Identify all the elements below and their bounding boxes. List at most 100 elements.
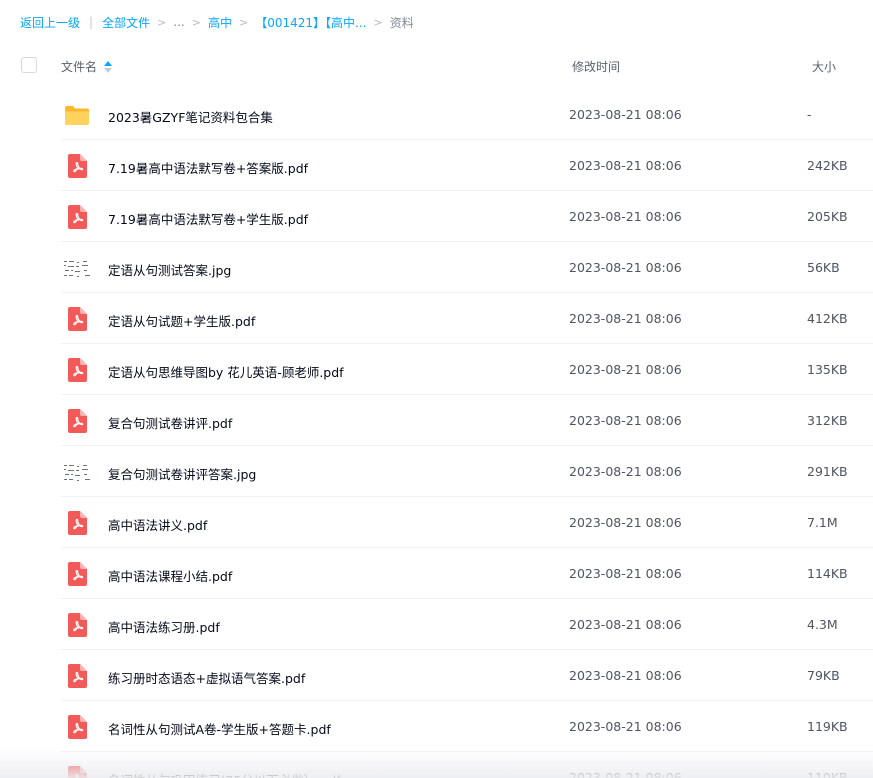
file-size: 56KB [807, 260, 840, 275]
file-name[interactable]: 复合句测试卷讲评答案.jpg [108, 464, 256, 483]
chevron-right-icon: > [238, 15, 249, 29]
file-icon [63, 663, 91, 689]
chevron-right-icon: > [373, 15, 383, 29]
breadcrumb-current: 资料 [389, 15, 414, 30]
file-icon [63, 255, 95, 281]
column-name-label: 文件名 [61, 60, 98, 74]
file-row[interactable]: 2023暑GZYF笔记资料包合集 2023-08-21 08:06 - [0, 89, 873, 140]
file-modified-time: 2023-08-21 08:06 [569, 209, 682, 224]
file-name[interactable]: 7.19暑高中语法默写卷+答案版.pdf [108, 158, 308, 177]
pdf-file-icon [68, 715, 87, 739]
chevron-right-icon: > [191, 15, 201, 29]
file-row[interactable]: 复合句测试卷讲评答案.jpg 2023-08-21 08:06 291KB [0, 446, 873, 497]
breadcrumb: 返回上一级 | 全部文件 > ... > 高中 > 【001421】【高中...… [20, 13, 414, 31]
file-icon [63, 102, 91, 128]
file-modified-time: 2023-08-21 08:06 [569, 668, 682, 683]
breadcrumb-all-files[interactable]: 全部文件 [102, 14, 150, 31]
file-row[interactable]: 高中语法课程小结.pdf 2023-08-21 08:06 114KB [0, 548, 873, 599]
file-size: 110KB [807, 770, 848, 778]
file-size: 4.3M [807, 617, 838, 632]
file-size: 312KB [807, 413, 848, 428]
breadcrumb-divider: | [89, 15, 94, 29]
file-name[interactable]: 高中语法课程小结.pdf [108, 566, 232, 585]
file-row[interactable]: 7.19暑高中语法默写卷+答案版.pdf 2023-08-21 08:06 24… [0, 140, 873, 191]
file-name[interactable]: 定语从句思维导图by 花儿英语-顾老师.pdf [108, 362, 344, 381]
file-row[interactable]: 复合句测试卷讲评.pdf 2023-08-21 08:06 312KB [0, 395, 873, 446]
select-all-checkbox[interactable] [21, 57, 37, 73]
file-name[interactable]: 名词性从句测试A卷-学生版+答题卡.pdf [108, 719, 331, 738]
file-modified-time: 2023-08-21 08:06 [569, 566, 682, 581]
file-icon [63, 714, 91, 740]
file-row[interactable]: 7.19暑高中语法默写卷+学生版.pdf 2023-08-21 08:06 20… [0, 191, 873, 242]
file-size: 412KB [807, 311, 848, 326]
image-thumbnail-icon [63, 258, 95, 280]
back-link[interactable]: 返回上一级 [20, 14, 80, 31]
pdf-file-icon [68, 307, 87, 331]
file-row[interactable]: 高中语法讲义.pdf 2023-08-21 08:06 7.1M [0, 497, 873, 548]
file-modified-time: 2023-08-21 08:06 [569, 617, 682, 632]
file-icon [63, 357, 91, 383]
file-size: 135KB [807, 362, 848, 377]
file-size: 291KB [807, 464, 848, 479]
pdf-file-icon [68, 358, 87, 382]
file-modified-time: 2023-08-21 08:06 [569, 464, 682, 479]
file-name[interactable]: 高中语法练习册.pdf [108, 617, 220, 636]
file-modified-time: 2023-08-21 08:06 [569, 260, 682, 275]
file-name[interactable]: 定语从句测试答案.jpg [108, 260, 231, 279]
pdf-file-icon [68, 511, 87, 535]
file-size: 7.1M [807, 515, 838, 530]
file-name[interactable]: 高中语法讲义.pdf [108, 515, 207, 534]
pdf-file-icon [68, 766, 87, 778]
file-modified-time: 2023-08-21 08:06 [569, 107, 682, 122]
file-modified-time: 2023-08-21 08:06 [569, 770, 682, 778]
file-modified-time: 2023-08-21 08:06 [569, 158, 682, 173]
list-header: 文件名 修改时间 大小 [0, 45, 873, 87]
pdf-file-icon [68, 562, 87, 586]
file-row[interactable]: 定语从句测试答案.jpg 2023-08-21 08:06 56KB [0, 242, 873, 293]
file-icon [63, 612, 91, 638]
file-row[interactable]: 名词性从句巩固练习(75分以下必做）.pdf 2023-08-21 08:06 … [0, 752, 873, 778]
file-browser: 返回上一级 | 全部文件 > ... > 高中 > 【001421】【高中...… [0, 0, 873, 778]
file-size: 114KB [807, 566, 848, 581]
file-row[interactable]: 高中语法练习册.pdf 2023-08-21 08:06 4.3M [0, 599, 873, 650]
sort-icon[interactable] [104, 60, 113, 73]
breadcrumb-level1[interactable]: 高中 [208, 14, 232, 31]
pdf-file-icon [68, 154, 87, 178]
file-row[interactable]: 练习册时态语态+虚拟语气答案.pdf 2023-08-21 08:06 79KB [0, 650, 873, 701]
file-modified-time: 2023-08-21 08:06 [569, 719, 682, 734]
file-name[interactable]: 复合句测试卷讲评.pdf [108, 413, 232, 432]
file-icon [63, 510, 91, 536]
file-icon [63, 408, 91, 434]
column-modified-header[interactable]: 修改时间 [572, 58, 620, 75]
file-modified-time: 2023-08-21 08:06 [569, 311, 682, 326]
file-name[interactable]: 定语从句试题+学生版.pdf [108, 311, 255, 330]
file-name[interactable]: 练习册时态语态+虚拟语气答案.pdf [108, 668, 305, 687]
file-icon [63, 204, 91, 230]
file-modified-time: 2023-08-21 08:06 [569, 362, 682, 377]
pdf-file-icon [68, 205, 87, 229]
file-name[interactable]: 名词性从句巩固练习(75分以下必做）.pdf [108, 770, 341, 778]
folder-icon [65, 106, 89, 125]
file-row[interactable]: 定语从句试题+学生版.pdf 2023-08-21 08:06 412KB [0, 293, 873, 344]
pdf-file-icon [68, 409, 87, 433]
file-size: - [807, 107, 812, 122]
pdf-file-icon [68, 613, 87, 637]
file-icon [63, 459, 95, 485]
file-icon [63, 561, 91, 587]
file-size: 119KB [807, 719, 848, 734]
file-size: 205KB [807, 209, 848, 224]
chevron-right-icon: > [157, 15, 167, 29]
image-thumbnail-icon [63, 462, 95, 484]
file-list: 2023暑GZYF笔记资料包合集 2023-08-21 08:06 - 7.19… [0, 89, 873, 778]
file-name[interactable]: 7.19暑高中语法默写卷+学生版.pdf [108, 209, 308, 228]
breadcrumb-ellipsis[interactable]: ... [173, 15, 184, 29]
file-size: 79KB [807, 668, 840, 683]
file-row[interactable]: 定语从句思维导图by 花儿英语-顾老师.pdf 2023-08-21 08:06… [0, 344, 873, 395]
column-name-header[interactable]: 文件名 [61, 58, 113, 75]
file-row[interactable]: 名词性从句测试A卷-学生版+答题卡.pdf 2023-08-21 08:06 1… [0, 701, 873, 752]
file-name[interactable]: 2023暑GZYF笔记资料包合集 [108, 107, 273, 126]
breadcrumb-level2[interactable]: 【001421】【高中... [255, 14, 366, 31]
column-size-header[interactable]: 大小 [812, 58, 836, 75]
file-icon [63, 306, 91, 332]
file-modified-time: 2023-08-21 08:06 [569, 515, 682, 530]
